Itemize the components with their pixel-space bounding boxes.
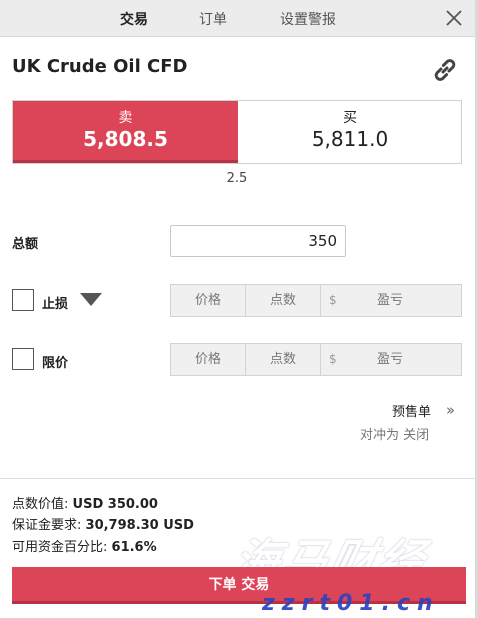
currency-symbol: $: [329, 352, 337, 366]
available-funds-label: 可用资金百分比:: [12, 540, 108, 555]
limit-label: 限价: [42, 356, 69, 371]
divider: [0, 478, 478, 479]
hedge-status: 对冲为 关闭: [360, 428, 430, 443]
available-funds-line: 可用资金百分比: 61.6%: [12, 536, 157, 555]
buy-label: 买: [343, 110, 357, 126]
limit-price-input[interactable]: 价格: [171, 344, 246, 375]
point-value-line: 点数价值: USD 350.00: [12, 493, 158, 512]
margin-value: 30,798.30 USD: [85, 518, 194, 533]
available-funds-value: 61.6%: [111, 540, 157, 555]
amount-label: 总额: [12, 237, 39, 252]
buy-price: 5,811.0: [311, 127, 389, 151]
tab-orders[interactable]: 订单: [199, 9, 227, 29]
limit-points-input[interactable]: 点数: [246, 344, 321, 375]
spread-value: 2.5: [226, 171, 248, 186]
limit-fields: 价格 点数 $ 盈亏: [170, 343, 462, 376]
tab-set-alert[interactable]: 设置警报: [280, 9, 336, 29]
margin-line: 保证金要求: 30,798.30 USD: [12, 514, 194, 533]
tab-bar: 交易 订单 设置警报: [0, 0, 478, 37]
limit-checkbox[interactable]: [12, 348, 34, 370]
stop-loss-label: 止损: [42, 297, 69, 312]
point-value: USD 350.00: [72, 497, 158, 512]
price-panel: 卖 5,808.5 买 5,811.0: [12, 100, 462, 164]
tab-trade[interactable]: 交易: [120, 9, 148, 29]
sell-button[interactable]: 卖 5,808.5: [13, 101, 238, 163]
dropdown-triangle-icon[interactable]: [80, 293, 102, 306]
stop-loss-fields: 价格 点数 $ 盈亏: [170, 284, 462, 317]
currency-symbol: $: [329, 293, 337, 307]
sell-price: 5,808.5: [83, 127, 168, 151]
link-icon[interactable]: [430, 55, 460, 85]
watermark-url: zzrt01.cn: [262, 591, 440, 616]
pre-order-link[interactable]: 预售单: [392, 401, 431, 420]
buy-button[interactable]: 买 5,811.0: [238, 101, 462, 163]
stop-points-input[interactable]: 点数: [246, 285, 321, 316]
stop-pl-placeholder: 盈亏: [377, 293, 404, 308]
close-icon[interactable]: [444, 8, 464, 28]
limit-pl-placeholder: 盈亏: [377, 352, 404, 367]
point-value-label: 点数价值:: [12, 497, 69, 512]
limit-pl-input[interactable]: $ 盈亏: [321, 344, 461, 375]
double-chevron-right-icon[interactable]: ››: [446, 401, 455, 419]
instrument-title: UK Crude Oil CFD: [12, 56, 188, 77]
margin-label: 保证金要求:: [12, 518, 82, 533]
stop-loss-checkbox[interactable]: [12, 289, 34, 311]
amount-input[interactable]: 350: [170, 225, 346, 257]
stop-price-input[interactable]: 价格: [171, 285, 246, 316]
stop-pl-input[interactable]: $ 盈亏: [321, 285, 461, 316]
sell-label: 卖: [118, 110, 133, 126]
